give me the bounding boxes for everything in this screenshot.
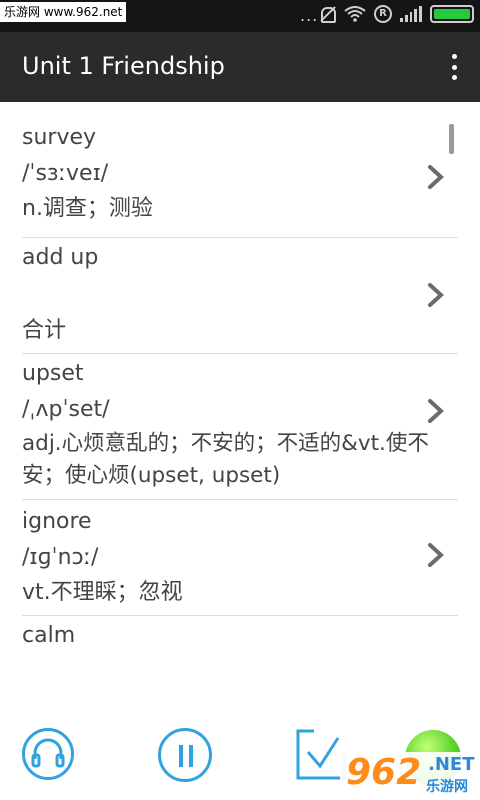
word-text: survey bbox=[22, 125, 97, 150]
watermark-number: 962 bbox=[346, 752, 422, 793]
meaning-text: adj.心烦意乱的；不安的；不适的&vt.使不安；使心烦(upset, upse… bbox=[22, 431, 429, 488]
status-icons: R bbox=[318, 5, 474, 23]
word-text: ignore bbox=[22, 509, 92, 534]
headphones-icon[interactable] bbox=[22, 728, 74, 780]
list-item[interactable]: ignore /ɪɡˈnɔː/ vt.不理睬；忽视 bbox=[0, 500, 480, 616]
signal-icon bbox=[400, 6, 422, 22]
overflow-menu-icon[interactable] bbox=[448, 54, 460, 80]
wifi-icon bbox=[344, 6, 366, 22]
meaning-text: n.调查；测验 bbox=[22, 196, 153, 221]
phonetic-text: /ɪɡˈnɔː/ bbox=[22, 545, 99, 570]
chevron-right-icon[interactable] bbox=[420, 162, 450, 192]
watermark-cn: 乐游网 bbox=[426, 779, 468, 795]
meaning-text: vt.不理睬；忽视 bbox=[22, 580, 183, 605]
status-dots: ... bbox=[300, 6, 319, 25]
mute-bell-icon bbox=[318, 5, 336, 23]
chevron-right-icon[interactable] bbox=[420, 396, 450, 426]
status-bar: 乐游网 www.962.net ... R bbox=[0, 0, 480, 32]
word-text: add up bbox=[22, 245, 99, 270]
word-text: calm bbox=[22, 623, 76, 648]
phonetic-text bbox=[22, 276, 410, 314]
pause-icon[interactable] bbox=[158, 728, 212, 782]
phonetic-text: /ˌʌpˈset/ bbox=[22, 397, 110, 422]
top-watermark: 乐游网 www.962.net bbox=[0, 2, 127, 22]
meaning-text: 合计 bbox=[22, 318, 67, 343]
chevron-right-icon[interactable] bbox=[420, 280, 450, 310]
watermark-net: .NET bbox=[428, 754, 475, 775]
list-item[interactable]: upset /ˌʌpˈset/ adj.心烦意乱的；不安的；不适的&vt.使不安… bbox=[0, 354, 480, 500]
action-bar: Unit 1 Friendship bbox=[0, 32, 480, 102]
word-list[interactable]: survey /ˈsɜːveɪ/ n.调查；测验 add up 合计 upset… bbox=[0, 102, 480, 662]
list-item[interactable]: survey /ˈsɜːveɪ/ n.调查；测验 bbox=[0, 102, 480, 238]
battery-icon bbox=[430, 5, 474, 23]
watermark-logo: 962 .NET 乐游网 bbox=[340, 752, 480, 800]
chevron-right-icon[interactable] bbox=[420, 540, 450, 570]
list-item[interactable]: add up 合计 bbox=[0, 238, 480, 354]
list-item[interactable]: calm bbox=[0, 616, 480, 662]
r-badge-icon: R bbox=[374, 5, 392, 23]
word-text: upset bbox=[22, 361, 84, 386]
page-title: Unit 1 Friendship bbox=[22, 52, 225, 80]
scrollbar[interactable] bbox=[449, 124, 454, 154]
phonetic-text: /ˈsɜːveɪ/ bbox=[22, 161, 109, 186]
